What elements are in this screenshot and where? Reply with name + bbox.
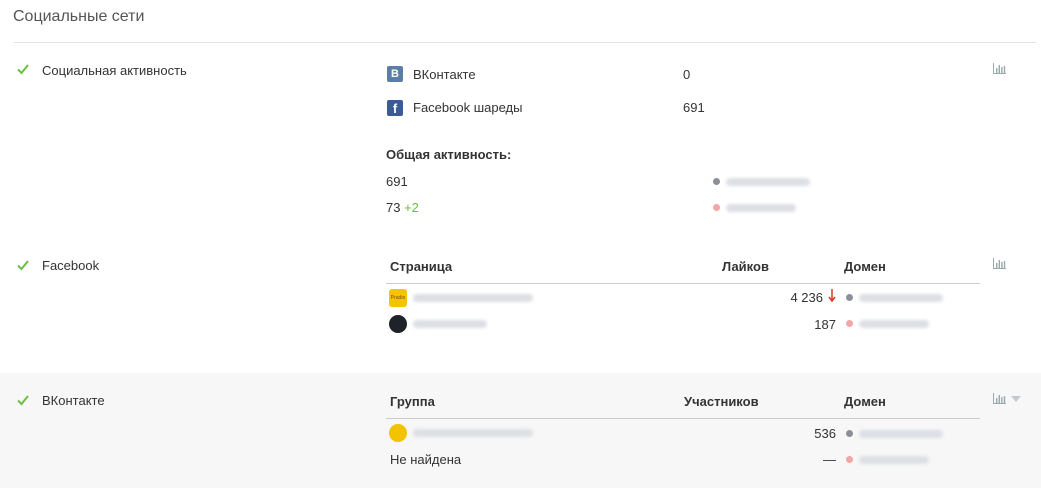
section-facebook: Facebook Страница Лайков Домен Pradio 4 … bbox=[0, 238, 1041, 373]
members-count: 536 bbox=[814, 426, 836, 441]
bar-chart-icon[interactable] bbox=[993, 258, 1006, 269]
column-header-domain[interactable]: Домен bbox=[844, 394, 886, 409]
column-header-domain[interactable]: Домен bbox=[844, 259, 886, 274]
checkmark-icon bbox=[17, 395, 29, 406]
domain-dot bbox=[846, 456, 853, 463]
page-name-hidden[interactable] bbox=[413, 294, 533, 302]
total-activity-label: Общая активность: bbox=[386, 147, 512, 162]
table-header-divider bbox=[386, 283, 980, 284]
checkmark-icon bbox=[17, 64, 29, 75]
network-value-vk: 0 bbox=[683, 67, 691, 82]
domain-text-hidden bbox=[859, 456, 929, 464]
page-avatar: Pradio bbox=[389, 289, 407, 307]
vk-icon: B bbox=[387, 66, 403, 82]
facebook-icon: f bbox=[387, 100, 403, 116]
network-name-facebook: Facebook шареды bbox=[413, 100, 523, 115]
page-title: Социальные сети bbox=[13, 8, 145, 25]
domain-dot bbox=[846, 294, 853, 301]
trend-down-arrow-icon bbox=[828, 289, 836, 303]
section-label-social: Социальная активность bbox=[42, 63, 187, 78]
members-count: — bbox=[823, 452, 836, 467]
page-name-hidden[interactable] bbox=[413, 320, 487, 328]
section-vkontakte: ВКонтакте Группа Участников Домен 536 Не… bbox=[0, 373, 1041, 488]
group-name-hidden[interactable] bbox=[413, 429, 533, 437]
group-name: Не найдена bbox=[390, 452, 462, 467]
domain-dot bbox=[846, 320, 853, 327]
domain-dot bbox=[713, 178, 720, 185]
column-header-members[interactable]: Участников bbox=[684, 394, 759, 409]
domain-dot bbox=[846, 430, 853, 437]
network-value-facebook: 691 bbox=[683, 100, 705, 115]
domain-text-hidden bbox=[859, 294, 943, 302]
checkmark-icon bbox=[17, 260, 29, 271]
activity-value: 73 bbox=[386, 200, 401, 215]
domain-text-hidden bbox=[726, 178, 810, 186]
column-header-group[interactable]: Группа bbox=[390, 394, 435, 409]
activity-delta: +2 bbox=[404, 200, 419, 215]
chevron-down-icon[interactable] bbox=[1011, 396, 1021, 402]
activity-value-secondary: 73 +2 bbox=[386, 200, 419, 215]
section-label-facebook: Facebook bbox=[42, 258, 100, 273]
domain-text-hidden bbox=[859, 320, 929, 328]
bar-chart-icon[interactable] bbox=[993, 393, 1006, 404]
section-social-activity: Социальная активность B ВКонтакте 0 f Fa… bbox=[0, 43, 1041, 238]
domain-text-hidden bbox=[726, 204, 796, 212]
column-header-likes[interactable]: Лайков bbox=[722, 259, 769, 274]
network-name-vk: ВКонтакте bbox=[413, 67, 476, 82]
column-header-page[interactable]: Страница bbox=[390, 259, 452, 274]
total-activity-value: 691 bbox=[386, 174, 408, 189]
section-label-vkontakte: ВКонтакте bbox=[42, 393, 105, 408]
bar-chart-icon[interactable] bbox=[993, 63, 1006, 74]
group-avatar bbox=[389, 424, 407, 442]
page-avatar bbox=[389, 315, 407, 333]
domain-dot bbox=[713, 204, 720, 211]
likes-count: 4 236 bbox=[790, 290, 823, 305]
likes-count: 187 bbox=[814, 317, 836, 332]
domain-text-hidden bbox=[859, 430, 943, 438]
table-header-divider bbox=[386, 418, 980, 419]
